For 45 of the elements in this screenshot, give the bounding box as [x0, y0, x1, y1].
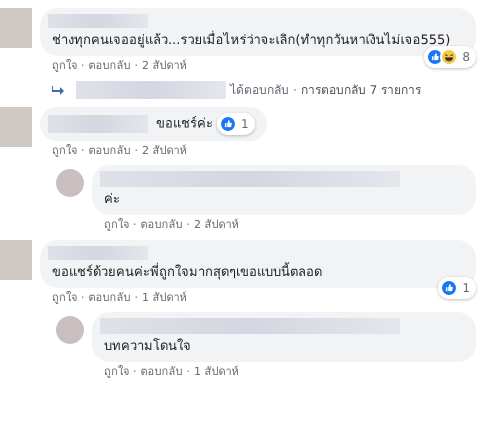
action-link[interactable]: ถูกใจ	[104, 364, 129, 380]
thumbs-up-icon	[440, 279, 458, 298]
separator-dot: ·	[186, 217, 190, 233]
timestamp: 1 สัปดาห์	[142, 290, 186, 306]
action-link[interactable]: ตอบกลับ	[88, 290, 130, 306]
action-link[interactable]: ตอบกลับ	[88, 142, 130, 159]
action-link[interactable]: ถูกใจ	[52, 58, 77, 74]
separator-dot: ·	[133, 217, 136, 233]
comment-text: ช่างทุกคนเจออยู่แล้ว...รวยเมื่อไหร่ว่าจะเลิก(ทำทุกวันหาเงินไม่เจอ555)	[52, 33, 450, 48]
timestamp: 2 สัปดาห์	[194, 217, 238, 233]
replies-link[interactable]: การตอบกลับ 7 รายการ	[300, 80, 422, 98]
replies-link[interactable]: ได้ตอบกลับ	[230, 80, 289, 98]
separator-dot: ·	[134, 58, 138, 74]
separator-dot: ·	[81, 142, 84, 158]
avatar[interactable]	[0, 8, 32, 48]
avatar[interactable]	[56, 169, 84, 197]
laughing-face-icon	[440, 48, 458, 66]
action-link[interactable]: ถูกใจ	[52, 142, 77, 159]
action-link[interactable]: ตอบกลับ	[88, 58, 130, 74]
comment-text: ค่ะ	[104, 192, 120, 207]
action-link[interactable]: ตอบกลับ	[140, 364, 182, 380]
reply-arrow-icon	[52, 84, 64, 94]
separator-dot: ·	[81, 290, 84, 306]
action-link[interactable]: ถูกใจ	[52, 290, 77, 306]
timestamp: 1 สัปดาห์	[194, 364, 238, 380]
comment-text: ขอแชร์ด้วยคนค่ะพี่ถูกใจมากสุดๆเขอแบบนี้ตลอด	[52, 264, 322, 280]
comment-text: บทความโดนใจ	[104, 339, 191, 354]
reaction-badge[interactable]: 8	[424, 46, 476, 68]
action-link[interactable]: ตอบกลับ	[140, 217, 182, 234]
thumbs-up-icon	[219, 114, 237, 132]
separator-dot: ·	[133, 364, 136, 380]
timestamp: 2 สัปดาห์	[142, 142, 186, 158]
timestamp: 2 สัปดาห์	[142, 58, 186, 74]
reaction-badge[interactable]: 1	[438, 277, 476, 300]
separator-dot: ·	[134, 142, 138, 158]
separator-dot: ·	[186, 364, 190, 380]
comment-text: ขอแชร์ค่ะ	[156, 116, 213, 132]
avatar[interactable]	[56, 316, 84, 344]
separator-dot: ·	[134, 290, 138, 306]
separator-dot: ·	[293, 82, 297, 98]
avatar[interactable]	[0, 240, 32, 280]
separator-dot: ·	[81, 58, 84, 74]
action-link[interactable]: ถูกใจ	[104, 217, 129, 234]
reaction-badge[interactable]: 1	[217, 112, 255, 134]
avatar[interactable]	[0, 106, 32, 146]
